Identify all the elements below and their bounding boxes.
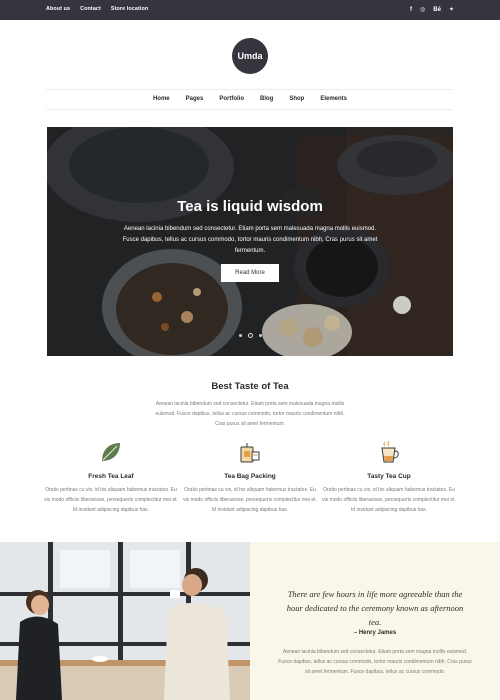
behance-icon[interactable]: Bē xyxy=(433,6,441,14)
feature-text: Oratio pertinax cu vix, id his aliquam h… xyxy=(183,487,317,513)
quote-panel: There are few hours in life more agreeab… xyxy=(250,542,500,700)
twitter-icon[interactable]: ✦ xyxy=(449,6,454,14)
nav-item-portfolio[interactable]: Portfolio xyxy=(219,96,244,102)
store-location-link[interactable]: Store location xyxy=(111,6,148,12)
nav-item-pages[interactable]: Pages xyxy=(186,96,204,102)
read-more-label: Read More xyxy=(235,270,265,276)
nav-item-shop[interactable]: Shop xyxy=(289,96,304,102)
quote-author: – Henry James xyxy=(353,630,397,636)
feature-title: Tea Bag Packing xyxy=(224,473,276,480)
feature-fresh-tea-leaf: Fresh Tea Leaf Oratio pertinax cu vix, i… xyxy=(43,440,179,515)
nav-item-blog[interactable]: Blog xyxy=(260,96,273,102)
tea-cup-icon xyxy=(381,440,399,463)
instagram-icon[interactable]: ◎ xyxy=(420,6,425,14)
tea-leaf-icon xyxy=(102,443,120,461)
facebook-icon[interactable]: f xyxy=(410,6,412,14)
about-us-link[interactable]: About us xyxy=(46,6,70,12)
slider-dot[interactable] xyxy=(239,334,242,337)
feature-tea-bag-packing: Tea Bag Packing Oratio pertinax cu vix, … xyxy=(182,440,318,515)
logo-text: Umda xyxy=(237,51,263,61)
read-more-button[interactable]: Read More xyxy=(221,264,279,282)
main-nav: Home Pages Portfolio Blog Shop Elements xyxy=(0,96,500,102)
feature-title: Tasty Tea Cup xyxy=(367,473,411,480)
top-bar: About us Contact Store location f ◎ Bē ✦ xyxy=(0,0,500,20)
quote-text: There are few hours in life more agreeab… xyxy=(286,589,464,627)
slider-dot[interactable] xyxy=(259,334,262,337)
quote-body: Aenean lacinia bibendum sed consectetur.… xyxy=(278,649,472,675)
contact-link[interactable]: Contact xyxy=(80,6,101,12)
nav-divider-top xyxy=(46,89,452,90)
nav-item-home[interactable]: Home xyxy=(153,96,170,102)
nav-item-elements[interactable]: Elements xyxy=(320,96,347,102)
feature-title: Fresh Tea Leaf xyxy=(88,473,134,480)
slider-dots xyxy=(239,333,262,338)
slider-dot-active[interactable] xyxy=(248,333,253,338)
couple-photo xyxy=(0,542,250,700)
social-links: f ◎ Bē ✦ xyxy=(410,6,454,14)
feature-text: Oratio pertinax cu vix, id his aliquam h… xyxy=(44,487,178,513)
couple-image xyxy=(0,542,250,700)
top-links: About us Contact Store location xyxy=(46,6,148,12)
tea-bag-icon xyxy=(240,443,260,463)
feature-tasty-tea-cup: Tasty Tea Cup Oratio pertinax cu vix, id… xyxy=(321,440,457,515)
hero-slider: Tea is liquid wisdom Aenean lacinia bibe… xyxy=(47,127,453,356)
feature-text: Oratio pertinax cu vix, id his aliquam h… xyxy=(322,487,456,513)
section-text: Aenean lacinia bibendum sed consectetur.… xyxy=(155,401,345,427)
hero-title: Tea is liquid wisdom xyxy=(177,198,323,215)
nav-divider-bottom xyxy=(46,109,452,110)
hero-text: Aenean lacinia bibendum sed consectetur.… xyxy=(122,226,378,254)
section-title: Best Taste of Tea xyxy=(211,381,289,392)
site-logo[interactable]: Umda xyxy=(232,38,268,74)
